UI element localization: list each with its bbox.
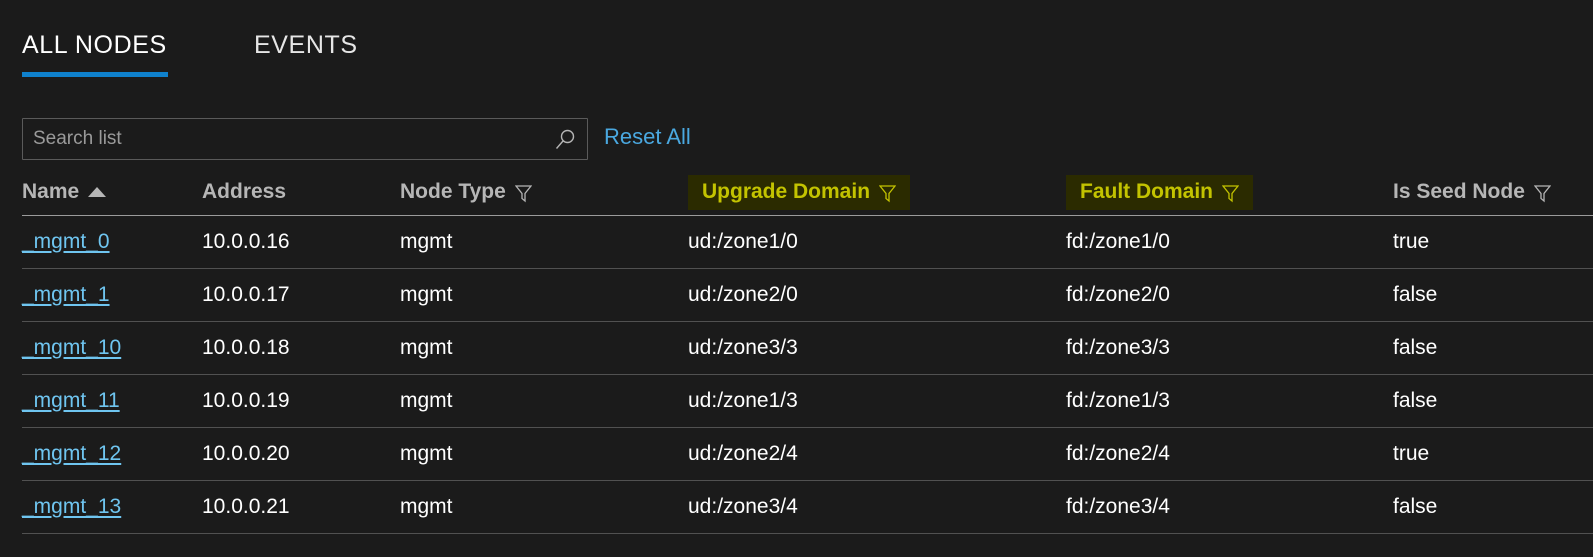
cell-node-type: mgmt <box>400 336 453 359</box>
cell-fault-domain: fd:/zone2/4 <box>1066 442 1170 465</box>
column-header-fault-domain-label: Fault Domain <box>1080 180 1214 203</box>
cell-name[interactable]: _mgmt_12 <box>22 440 121 468</box>
cell-address: 10.0.0.20 <box>202 442 290 465</box>
cell-name[interactable]: _mgmt_13 <box>22 493 121 521</box>
cell-address: 10.0.0.17 <box>202 283 290 306</box>
cell-upgrade-domain: ud:/zone2/4 <box>688 442 798 465</box>
filter-icon[interactable] <box>1221 183 1240 202</box>
column-header-name[interactable]: Name <box>22 178 107 206</box>
cell-address: 10.0.0.16 <box>202 230 290 253</box>
active-tab-indicator <box>22 72 168 77</box>
sort-ascending-icon[interactable] <box>88 187 107 197</box>
table-body: _mgmt_0 10.0.0.16 mgmt ud:/zone1/0 fd:/zone1… <box>0 216 1593 534</box>
cell-fault-domain: fd:/zone3/3 <box>1066 336 1170 359</box>
cell-upgrade-domain: ud:/zone1/0 <box>688 230 798 253</box>
cell-is-seed-node: true <box>1393 442 1430 465</box>
cell-upgrade-domain: ud:/zone1/3 <box>688 389 798 412</box>
filter-icon[interactable] <box>514 183 533 202</box>
search-box[interactable] <box>22 118 588 160</box>
column-header-upgrade-domain-label: Upgrade Domain <box>702 180 871 203</box>
cell-is-seed-node: false <box>1393 389 1438 412</box>
table-row[interactable]: _mgmt_1 10.0.0.17 mgmt ud:/zone2/0 fd:/zone2… <box>22 269 1593 322</box>
cell-fault-domain: fd:/zone3/4 <box>1066 495 1170 518</box>
cell-upgrade-domain: ud:/zone3/3 <box>688 336 798 359</box>
cell-address: 10.0.0.21 <box>202 495 290 518</box>
cell-node-type: mgmt <box>400 283 453 306</box>
search-row: Reset All <box>0 118 1593 164</box>
cell-name[interactable]: _mgmt_0 <box>22 228 110 256</box>
column-header-address[interactable]: Address <box>202 178 286 206</box>
column-header-address-label: Address <box>202 180 287 203</box>
cell-address: 10.0.0.18 <box>202 336 290 359</box>
cell-fault-domain: fd:/zone1/0 <box>1066 230 1170 253</box>
table-row[interactable]: _mgmt_13 10.0.0.21 mgmt ud:/zone3/4 fd:/zone… <box>22 481 1593 534</box>
column-header-name-label: Name <box>22 180 80 203</box>
table-header-row: Name Address Node Type Upgrade Domain Fa… <box>0 172 1593 216</box>
cell-name[interactable]: _mgmt_11 <box>22 387 120 415</box>
column-header-fault-domain[interactable]: Fault Domain <box>1066 175 1254 210</box>
cell-address: 10.0.0.19 <box>202 389 290 412</box>
table-row[interactable]: _mgmt_11 10.0.0.19 mgmt ud:/zone1/3 fd:/zone… <box>22 375 1593 428</box>
cell-name[interactable]: _mgmt_10 <box>22 334 121 362</box>
search-icon[interactable] <box>553 128 577 152</box>
cell-is-seed-node: false <box>1393 283 1438 306</box>
table-row[interactable]: _mgmt_12 10.0.0.20 mgmt ud:/zone2/4 fd:/zone… <box>22 428 1593 481</box>
cell-is-seed-node: false <box>1393 336 1438 359</box>
cell-fault-domain: fd:/zone1/3 <box>1066 389 1170 412</box>
column-header-is-seed-node-label: Is Seed Node <box>1393 180 1525 203</box>
filter-icon[interactable] <box>878 183 897 202</box>
cell-node-type: mgmt <box>400 495 453 518</box>
nodes-table: Name Address Node Type Upgrade Domain Fa… <box>0 172 1593 534</box>
search-input[interactable] <box>33 119 543 159</box>
cell-node-type: mgmt <box>400 230 453 253</box>
cell-name[interactable]: _mgmt_1 <box>22 281 110 309</box>
cell-fault-domain: fd:/zone2/0 <box>1066 283 1170 306</box>
cell-upgrade-domain: ud:/zone3/4 <box>688 495 798 518</box>
table-row[interactable]: _mgmt_10 10.0.0.18 mgmt ud:/zone3/3 fd:/zone… <box>22 322 1593 375</box>
cell-node-type: mgmt <box>400 389 453 412</box>
cell-is-seed-node: true <box>1393 230 1430 253</box>
column-header-node-type-label: Node Type <box>400 180 506 203</box>
tab-bar: ALL NODES EVENTS <box>0 0 1593 82</box>
cell-node-type: mgmt <box>400 442 453 465</box>
reset-all-link[interactable]: Reset All <box>604 124 691 150</box>
column-header-upgrade-domain[interactable]: Upgrade Domain <box>688 175 911 210</box>
filter-icon[interactable] <box>1533 183 1552 202</box>
table-row[interactable]: _mgmt_0 10.0.0.16 mgmt ud:/zone1/0 fd:/zone1… <box>22 216 1593 269</box>
tab-all-nodes[interactable]: ALL NODES <box>22 28 167 62</box>
cell-upgrade-domain: ud:/zone2/0 <box>688 283 798 306</box>
cell-is-seed-node: false <box>1393 495 1438 518</box>
column-header-is-seed-node[interactable]: Is Seed Node <box>1393 178 1552 206</box>
tab-events[interactable]: EVENTS <box>254 28 358 62</box>
column-header-node-type[interactable]: Node Type <box>400 178 533 206</box>
